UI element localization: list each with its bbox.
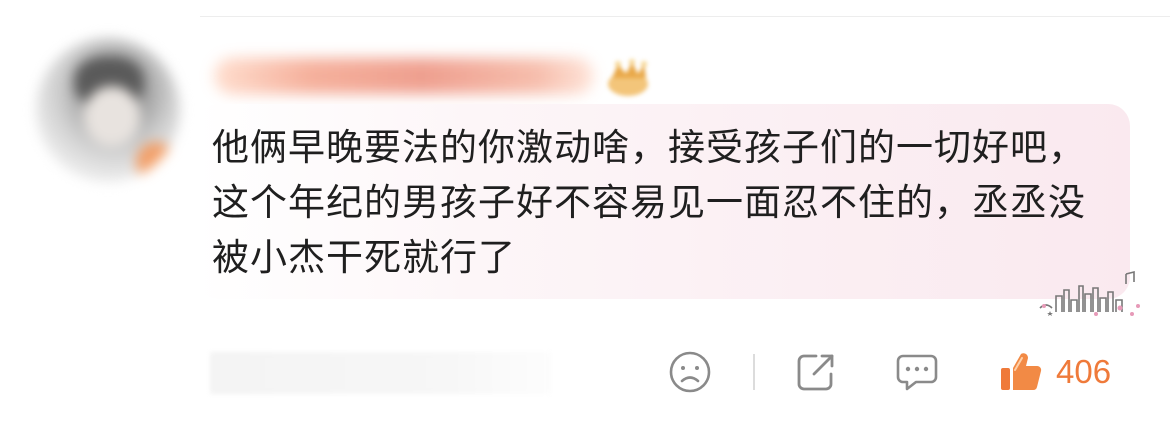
comment-text: 他俩早晚要法的你激动啥，接受孩子们的一切好吧，这个年纪的男孩子好不容易见一面忍不… [212, 126, 1086, 279]
comment-card: 他俩早晚要法的你激动啥，接受孩子们的一切好吧，这个年纪的男孩子好不容易见一面忍不… [0, 0, 1170, 435]
avatar[interactable] [36, 38, 180, 182]
footer-blurred-info [210, 352, 552, 394]
action-divider [753, 354, 755, 390]
reply-button[interactable] [894, 350, 940, 394]
avatar-face [84, 86, 140, 146]
like-count: 406 [1056, 353, 1112, 390]
share-icon [794, 350, 840, 394]
like-button[interactable]: 406 [998, 350, 1111, 394]
top-divider [200, 16, 1170, 17]
crown-icon [604, 56, 652, 98]
city-skyline-icon [1036, 268, 1148, 322]
dislike-button[interactable] [668, 350, 712, 394]
share-button[interactable] [794, 350, 840, 394]
thumbs-up-icon [998, 350, 1044, 394]
comment-bubble-icon [894, 350, 940, 394]
username-blurred[interactable] [214, 58, 594, 94]
sad-face-icon [668, 350, 712, 394]
avatar-badge-dot [136, 142, 176, 182]
